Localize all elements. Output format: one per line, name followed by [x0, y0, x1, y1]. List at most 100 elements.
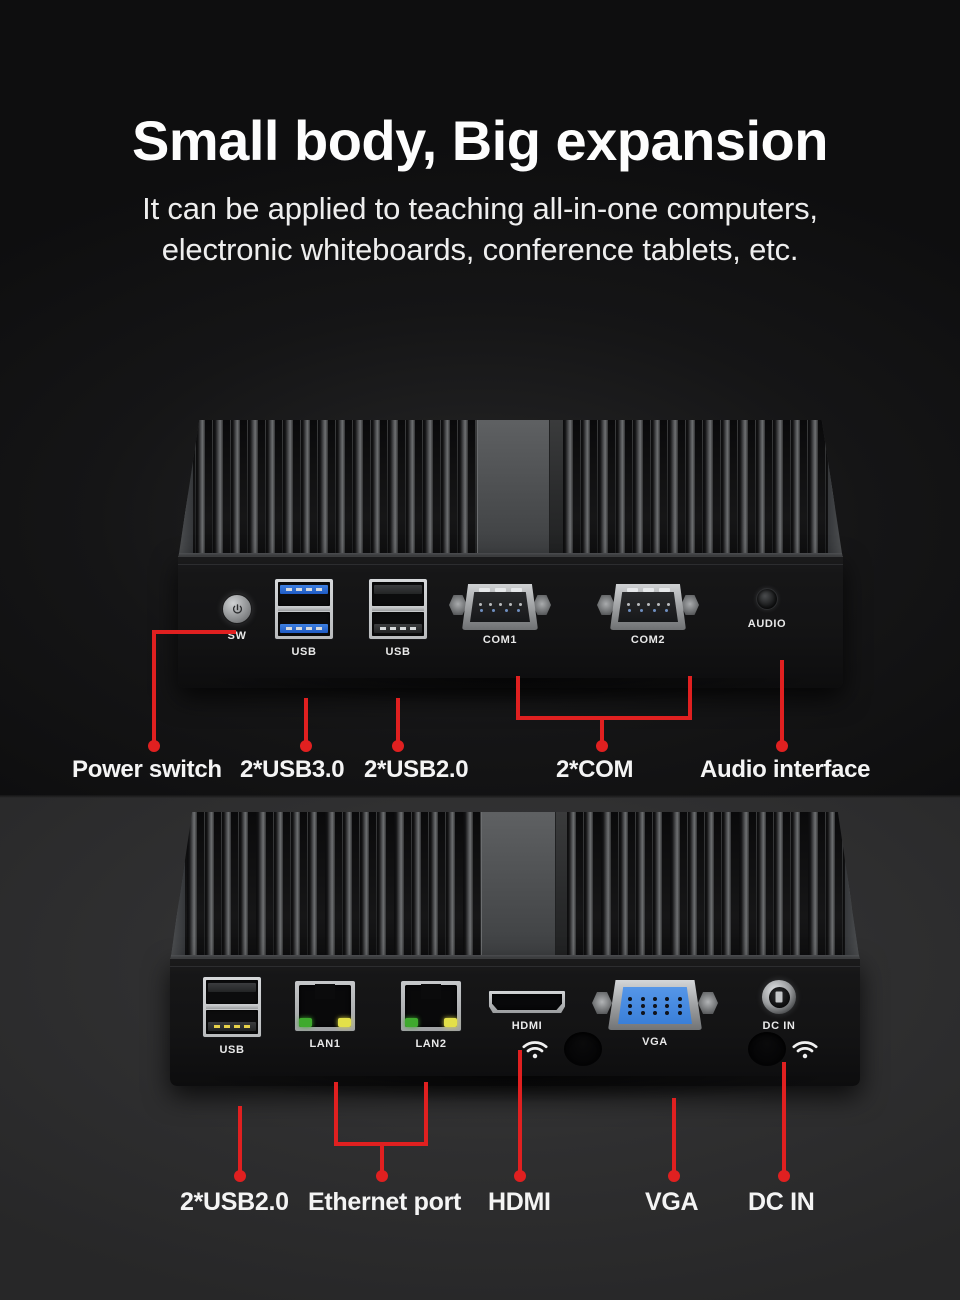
- usb3-slot-bottom[interactable]: [278, 611, 330, 637]
- heatsink-fin-gap: [625, 420, 633, 560]
- com1-port[interactable]: COM1: [449, 584, 551, 646]
- vga-connector[interactable]: [592, 980, 718, 1030]
- leader-hdmi: [518, 1050, 522, 1174]
- usb2-slot-bottom-front[interactable]: [372, 611, 424, 637]
- heatsink-left-cap-rear: [170, 812, 185, 962]
- lan1-port[interactable]: LAN1: [294, 980, 356, 1050]
- heatsink-fin: [563, 420, 573, 560]
- lan2-tab-slot: [421, 984, 441, 999]
- vga-pin-row-3: [624, 1010, 686, 1015]
- usb2-slot-bottom-rear[interactable]: [206, 1009, 258, 1035]
- leader-usb3: [304, 698, 308, 744]
- leader-audio: [780, 660, 784, 744]
- lan2-port[interactable]: LAN2: [400, 980, 462, 1050]
- usb2-port-label-front: USB: [385, 646, 411, 658]
- leader-dot-audio: [776, 740, 788, 752]
- heatsink-fin-gap: [265, 812, 273, 962]
- lan2-led-yellow: [444, 1018, 457, 1027]
- usb3-pins-bottom: [284, 627, 324, 631]
- com2-port[interactable]: COM2: [597, 584, 699, 646]
- heatsink-fin-gap: [386, 812, 394, 962]
- usb2-port-pair-front[interactable]: USB: [368, 578, 428, 658]
- heatsink-fin: [318, 420, 328, 560]
- usb2-port-pair-rear[interactable]: USB: [202, 976, 262, 1056]
- com1-port-label: COM1: [482, 634, 518, 646]
- heatsink-fin: [388, 420, 398, 560]
- usb3-divider: [278, 607, 330, 611]
- power-button[interactable]: [222, 594, 252, 624]
- heatsink-fin-gap: [292, 420, 300, 560]
- annotation-com: 2*COM: [556, 756, 634, 783]
- com2-tabs: [624, 588, 672, 592]
- power-switch-port[interactable]: SW: [222, 594, 252, 642]
- chassis-front-face: SW USB USB COM1 COM2 AUDIO: [178, 556, 843, 704]
- heatsink-fin-gap: [593, 812, 601, 962]
- heatsink-fin: [411, 812, 421, 962]
- usb2-stack-front[interactable]: [368, 578, 428, 640]
- heatsink-fin-gap: [645, 812, 653, 962]
- usb2-divider-rear: [206, 1005, 258, 1009]
- heatsink-fin: [353, 420, 363, 560]
- usb3-pins-top: [284, 588, 324, 591]
- heatsink-fin: [213, 420, 223, 560]
- hdmi-connector[interactable]: [488, 990, 566, 1014]
- dc-jack[interactable]: [762, 980, 796, 1014]
- audio-jack[interactable]: [756, 588, 778, 610]
- com2-screw-left: [597, 595, 615, 615]
- heatsink-fin: [256, 812, 266, 962]
- heatsink-fin-gap: [817, 420, 825, 560]
- heatsink-fin-gap: [472, 812, 480, 962]
- usb3-slot-top[interactable]: [278, 582, 330, 607]
- usb-port-label-rear: USB: [219, 1044, 245, 1056]
- heatsink-fin: [377, 812, 387, 962]
- heatsink-fin-gap: [438, 812, 446, 962]
- heatsink-fin-gap: [800, 812, 808, 962]
- usb2-slot-top-front[interactable]: [372, 582, 424, 607]
- heatsink-fin: [335, 420, 346, 560]
- leader-dot-com: [596, 740, 608, 752]
- heatsink-fin: [615, 420, 626, 560]
- heatsink-fin: [598, 420, 608, 560]
- antenna-hole: [748, 1032, 786, 1066]
- annotation-ethernet: Ethernet port: [308, 1188, 462, 1216]
- heatsink-fin-gap: [817, 812, 825, 962]
- usb3-tongue-top: [280, 585, 328, 594]
- heatsink-fin: [423, 420, 433, 560]
- usb2-stack-rear[interactable]: [202, 976, 262, 1038]
- usb3-port-label: USB: [291, 646, 317, 658]
- heatsink-fin: [668, 420, 678, 560]
- audio-port[interactable]: AUDIO: [748, 588, 786, 630]
- heatsink-fin: [580, 420, 591, 560]
- vga-port[interactable]: VGA: [592, 980, 718, 1048]
- heatsink-fin-gap: [679, 812, 687, 962]
- leader-dot-hdmi: [514, 1170, 526, 1182]
- leader-power-v: [152, 630, 156, 744]
- lan1-rj45[interactable]: [294, 980, 356, 1032]
- heatsink-fin: [394, 812, 404, 962]
- usb3-stack[interactable]: [274, 578, 334, 640]
- usb3-port-pair[interactable]: USB: [274, 578, 334, 658]
- leader-dot-usb2-rear: [234, 1170, 246, 1182]
- hdmi-port[interactable]: HDMI: [488, 990, 566, 1032]
- heatsink-fin: [791, 812, 801, 962]
- leader-dot-usb2-front: [392, 740, 404, 752]
- heatsink-fin: [808, 420, 818, 560]
- usb2-slot-top-rear[interactable]: [206, 980, 258, 1005]
- dc-in-port[interactable]: DC IN: [762, 980, 796, 1032]
- heatsink-fin-gap: [222, 420, 230, 560]
- lan2-port-label: LAN2: [415, 1038, 447, 1050]
- com1-db9-connector[interactable]: [449, 584, 551, 630]
- heatsink-fin: [325, 812, 335, 962]
- heatsink-fin: [458, 420, 468, 560]
- heatsink-fin-gap: [712, 420, 720, 560]
- heatsink-fin: [290, 812, 301, 962]
- subtitle-line-2: electronic whiteboards, conference table…: [161, 231, 799, 267]
- heatsink-fin-gap: [334, 812, 342, 962]
- heatsink-fin: [687, 812, 697, 962]
- heatsink-fin: [790, 420, 801, 560]
- heatsink-right-cap-rear: [845, 812, 860, 962]
- com2-db9-connector[interactable]: [597, 584, 699, 630]
- heatsink-fin: [370, 420, 381, 560]
- leader-dot-usb3: [300, 740, 312, 752]
- lan2-rj45[interactable]: [400, 980, 462, 1032]
